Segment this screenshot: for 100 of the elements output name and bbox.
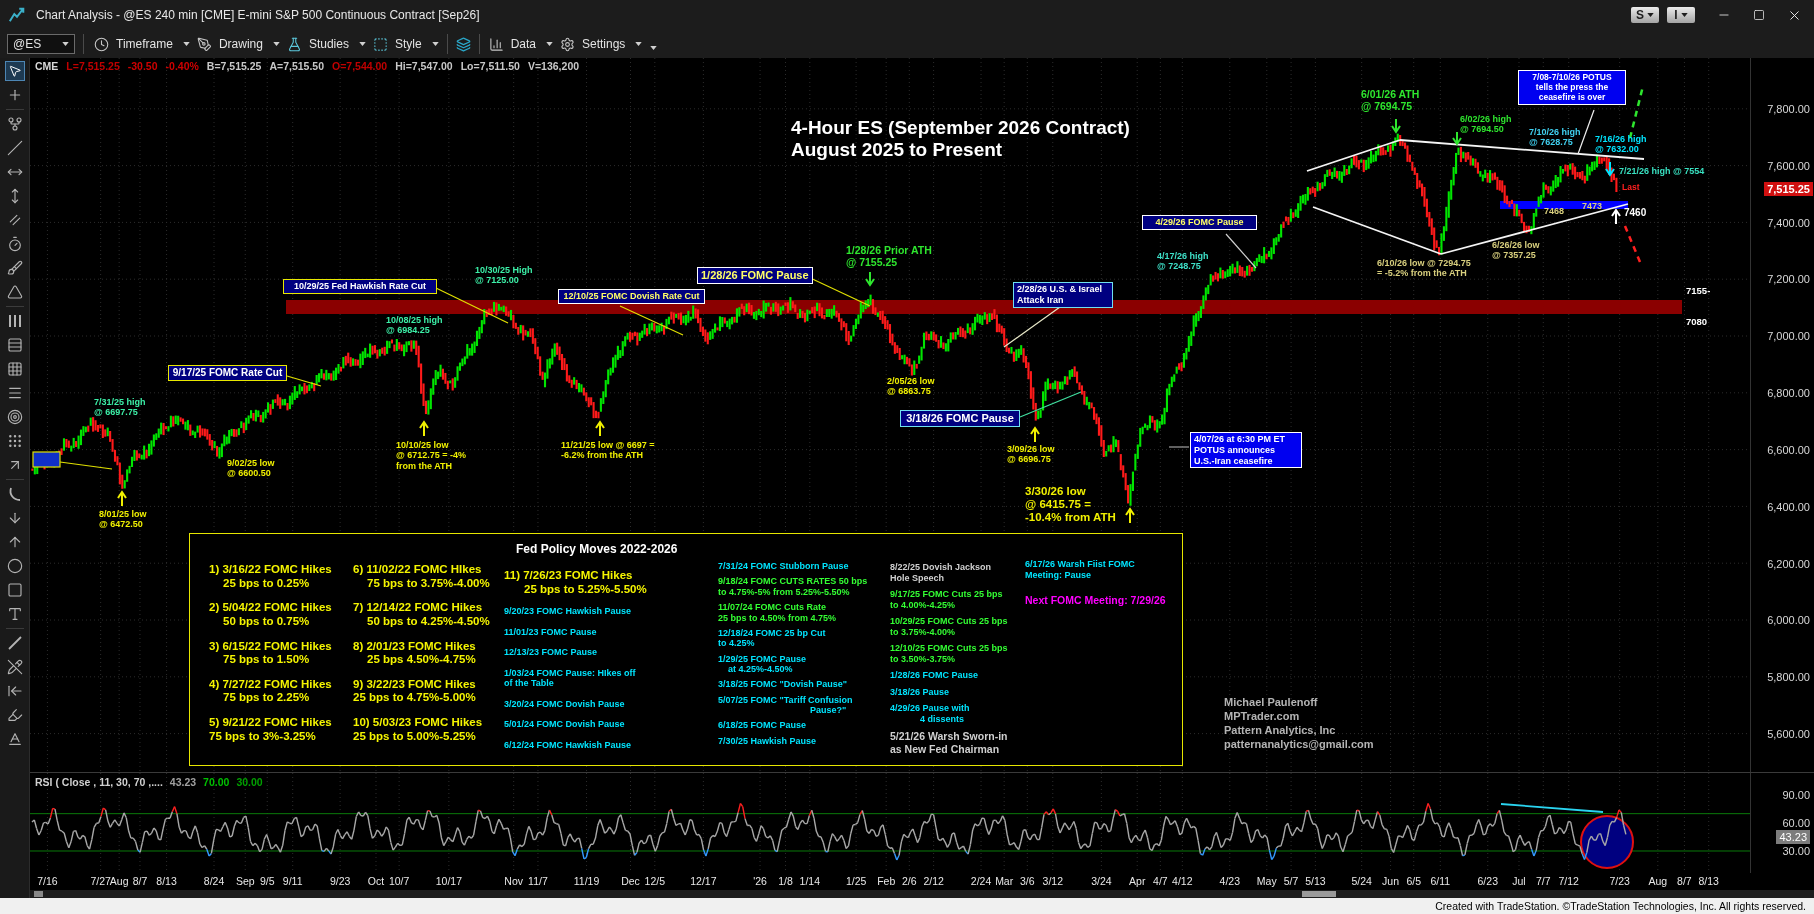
price-axis-label: 6,800.00 <box>1767 386 1810 401</box>
rsi-axis-label: 30.00 <box>1782 844 1810 858</box>
date-axis-label: 2/6 <box>902 875 917 888</box>
rsi-label: RSI ( Close , 11, 30, 70 ,.... <box>35 776 163 789</box>
date-axis-label: 8/7 <box>1677 875 1692 888</box>
down-arrow <box>1391 118 1401 134</box>
dropdown-button[interactable]: I <box>1667 7 1695 23</box>
price-annotation: 6/02/26 high @ 7694.50 <box>1460 114 1512 135</box>
fed-policy-entry: 1/29/25 FOMC Pause at 4.25%-4.50% <box>718 653 807 675</box>
horizontal-scrollbar[interactable] <box>30 890 1814 898</box>
rsi-reading: 43.23 <box>169 776 197 789</box>
date-axis-label: May <box>1256 875 1277 888</box>
quote-value: Hi=7,547.00 <box>395 59 453 73</box>
event-callout: 12/10/25 FOMC Dovish Rate Cut <box>558 289 705 304</box>
date-axis-label: 10/17 <box>435 875 462 888</box>
rsi-axis-label: 60.00 <box>1782 816 1810 830</box>
date-axis-label: 3/6 <box>1020 875 1035 888</box>
fed-policy-entry: 10/29/25 FOMC Cuts 25 bps to 3.75%-4.00% <box>890 616 1008 637</box>
scrollbar-thumb[interactable] <box>1302 891 1336 897</box>
toolbar-menu[interactable]: Studies <box>286 35 366 53</box>
fed-policy-entry: 3/18/25 FOMC "Dovish Pause" <box>718 679 848 690</box>
date-axis-label: Mar <box>995 875 1014 888</box>
fed-policy-entry: 5/07/25 FOMC "Tariff Confusion Pause?" <box>718 694 853 716</box>
quote-value: A=7,515.50 <box>269 59 324 73</box>
leader-line <box>1225 233 1257 269</box>
leader-line <box>59 461 113 470</box>
fed-policy-entry: 7) 12/14/22 FOMC Hikes 50 bps to 4.25%-4.50% <box>353 601 490 629</box>
toolbar-menu[interactable]: Data <box>488 35 553 53</box>
fed-policy-entry: Next FOMC Meeting: 7/29/26 <box>1025 594 1166 607</box>
fed-policy-entry: 7/30/25 Hawkish Pause <box>718 735 817 746</box>
quote-value: -0.40% <box>165 59 199 73</box>
pointer-icon[interactable] <box>4 61 25 81</box>
flask-icon <box>286 36 302 52</box>
caret-icon <box>1647 13 1654 17</box>
price-annotation: 1/28/26 Prior ATH @ 7155.25 <box>846 244 932 269</box>
toolbar-menu[interactable]: Timeframe <box>94 35 190 53</box>
down-arrow <box>865 271 875 287</box>
date-axis-label: 7/23 <box>1609 875 1630 888</box>
date-axis-label: 7/12 <box>1558 875 1579 888</box>
dropdown-button[interactable]: S <box>1631 7 1659 23</box>
date-axis-label: Apr <box>1129 875 1146 888</box>
support-price-label: 7468 <box>1544 206 1565 216</box>
price-annotation: 8/01/25 low @ 6472.50 <box>99 509 147 530</box>
date-axis-label: 12/5 <box>644 875 665 888</box>
event-callout: 2/28/26 U.S. & Israel Attack Iran <box>1013 282 1113 308</box>
event-callout: 10/29/25 Fed Hawkish Rate Cut <box>283 279 437 294</box>
event-callout: 9/17/25 FOMC Rate Cut <box>168 365 287 381</box>
fed-policy-entry: 11) 7/26/23 FOMC Hikes 25 bps to 5.25%-5.50% <box>504 569 647 596</box>
fed-policy-entry: 1/03/24 FOMC Pause: HIkes off of the Table <box>504 667 636 689</box>
date-axis-label: 11/7 <box>528 875 548 888</box>
leader-line <box>1168 446 1190 448</box>
bar-chart-icon <box>488 36 504 52</box>
maximize-icon[interactable] <box>1753 9 1765 21</box>
date-axis-label: 7/27 <box>90 875 111 888</box>
last-price-tag: 7,515.25 <box>1764 182 1813 196</box>
caret-icon <box>182 42 190 46</box>
price-axis-label: 7,400.00 <box>1767 215 1810 230</box>
price-axis-label: 7,600.00 <box>1767 158 1810 173</box>
price-annotation: 6/26/26 low @ 7357.25 <box>1492 240 1540 261</box>
price-annotation: 7/21/26 high @ 7554 <box>1619 166 1705 177</box>
date-axis-label: 1/14 <box>799 875 821 888</box>
pen-icon <box>196 36 212 52</box>
leader-line <box>1003 306 1061 348</box>
layers-icon[interactable] <box>455 36 471 52</box>
fed-policy-entry: 4) 7/27/22 FOMC Hikes 75 bps to 2.25% <box>209 677 332 705</box>
quote-value: O=7,544.00 <box>332 59 388 73</box>
rsi-axis-label: 90.00 <box>1782 788 1810 802</box>
fed-policy-entry: 9) 3/22/23 FOMC Hikes 25 bps to 4.75%-5.00% <box>353 677 476 705</box>
toolbar-menu[interactable]: Settings <box>560 35 643 53</box>
date-axis-label: 1/25 <box>845 875 867 888</box>
date-axis-label: 6/5 <box>1406 875 1421 888</box>
symbol-field[interactable]: @ES <box>7 34 75 54</box>
caret-icon <box>358 42 366 46</box>
down-arrow <box>1605 161 1615 177</box>
price-annotation: 9/02/25 low @ 6600.50 <box>227 458 275 479</box>
highlight-circle <box>1580 815 1634 869</box>
event-callout: 7/08-7/10/26 POTUS tells the press the ceasefire is over <box>1518 70 1626 105</box>
price-annotation: 4/17/26 high @ 7248.75 <box>1157 251 1209 272</box>
price-annotation: Last <box>1622 183 1640 193</box>
price-annotation: 3/30/26 low @ 6415.75 = -10.4% from ATH <box>1025 485 1116 525</box>
fed-policy-entry: 8/22/25 Dovish Jackson Hole Speech <box>890 562 992 583</box>
price-axis-label: 6,000.00 <box>1767 613 1810 628</box>
toolbar-menu[interactable]: Drawing <box>196 35 280 53</box>
quote-value: L=7,515.25 <box>66 59 120 73</box>
price-annotation: 7/10/26 high @ 7628.75 <box>1529 127 1581 148</box>
price-annotation: 10/08/25 high @ 6984.25 <box>386 315 443 336</box>
price-annotation: 6/10/26 low @ 7294.75 = -5.2% from the ATH <box>1377 258 1471 279</box>
date-axis-label: 12/17 <box>690 875 717 888</box>
fed-policy-entry: 9/20/23 FOMC Hawkish Pause <box>504 606 632 617</box>
date-axis-label: Nov <box>504 875 523 888</box>
date-axis-label: 7/7 <box>1536 875 1551 888</box>
fed-policy-entry: 9/18/24 FOMC CUTS RATES 50 bps to 4.75%-5% from 5.25%-5.50% <box>718 576 868 598</box>
clock-icon <box>94 36 109 52</box>
toolbar-menu[interactable]: Style <box>372 35 439 53</box>
fed-policy-entry: 5) 9/21/22 FOMC Hikes 75 bps to 3%-3.25% <box>209 716 332 743</box>
fed-policy-entry: 8) 2/01/23 FOMC Hikes 25 bps 4.50%-4.75% <box>353 639 476 667</box>
date-axis-label: 2/24 <box>970 875 992 888</box>
fed-policy-entry: 3) 6/15/22 FOMC Hikes 75 bps to 1.50% <box>209 639 332 667</box>
price-annotation: 2/05/26 low @ 6863.75 <box>887 376 935 397</box>
fed-policy-entry: 7/31/24 FOMC Stubborn Pause <box>718 561 849 572</box>
